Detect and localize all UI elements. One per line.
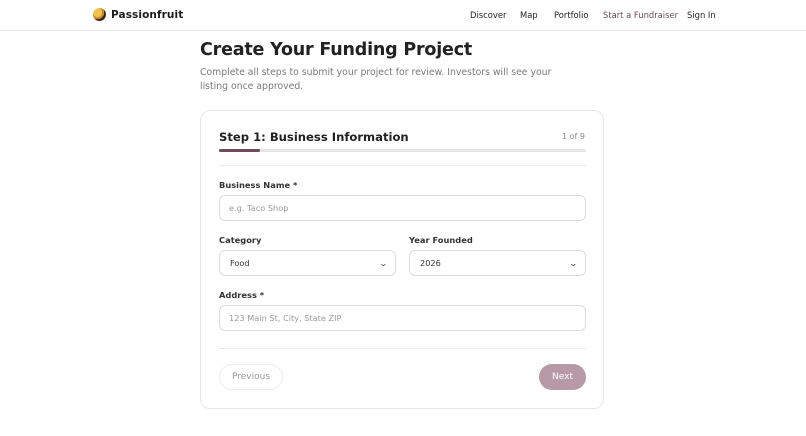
year-founded-select[interactable]: 2026 ⌄ [409,250,586,276]
business-name-placeholder: e.g. Taco Shop [229,203,289,213]
category-value: Food [230,258,250,268]
progress-bar [219,149,586,152]
step-title: Step 1: Business Information [219,130,409,144]
address-input[interactable]: 123 Main St, City, State ZIP [219,305,586,331]
category-label: Category [219,235,262,245]
nav-link-start-fundraiser[interactable]: Start a Fundraiser [603,10,678,20]
nav-link-portfolio[interactable]: Portfolio [554,10,588,20]
category-select[interactable]: Food ⌄ [219,250,396,276]
next-button[interactable]: Next [539,364,586,390]
progress-fill [219,149,260,152]
brand-name: Passionfruit [111,8,184,21]
address-label: Address * [219,290,265,300]
nav-link-sign-in[interactable]: Sign In [687,10,716,20]
page-title: Create Your Funding Project [200,40,473,60]
form-card: Step 1: Business Information 1 of 9 Busi… [200,110,604,409]
top-navbar: Passionfruit Discover Map Portfolio Star… [0,0,806,31]
previous-button[interactable]: Previous [219,364,283,390]
business-name-label: Business Name * [219,180,298,190]
chevron-down-icon: ⌄ [378,258,389,268]
brand[interactable]: Passionfruit [93,8,183,21]
address-placeholder: 123 Main St, City, State ZIP [229,313,342,323]
divider [219,348,586,349]
business-name-input[interactable]: e.g. Taco Shop [219,195,586,221]
nav-link-discover[interactable]: Discover [470,10,506,20]
year-founded-label: Year Founded [409,235,473,245]
passionfruit-logo-icon [93,8,106,21]
nav-link-map[interactable]: Map [520,10,538,20]
year-founded-value: 2026 [420,258,441,268]
divider [219,165,586,166]
chevron-down-icon: ⌄ [568,258,579,268]
step-counter: 1 of 9 [562,132,585,141]
page-subtitle: Complete all steps to submit your projec… [200,67,552,92]
